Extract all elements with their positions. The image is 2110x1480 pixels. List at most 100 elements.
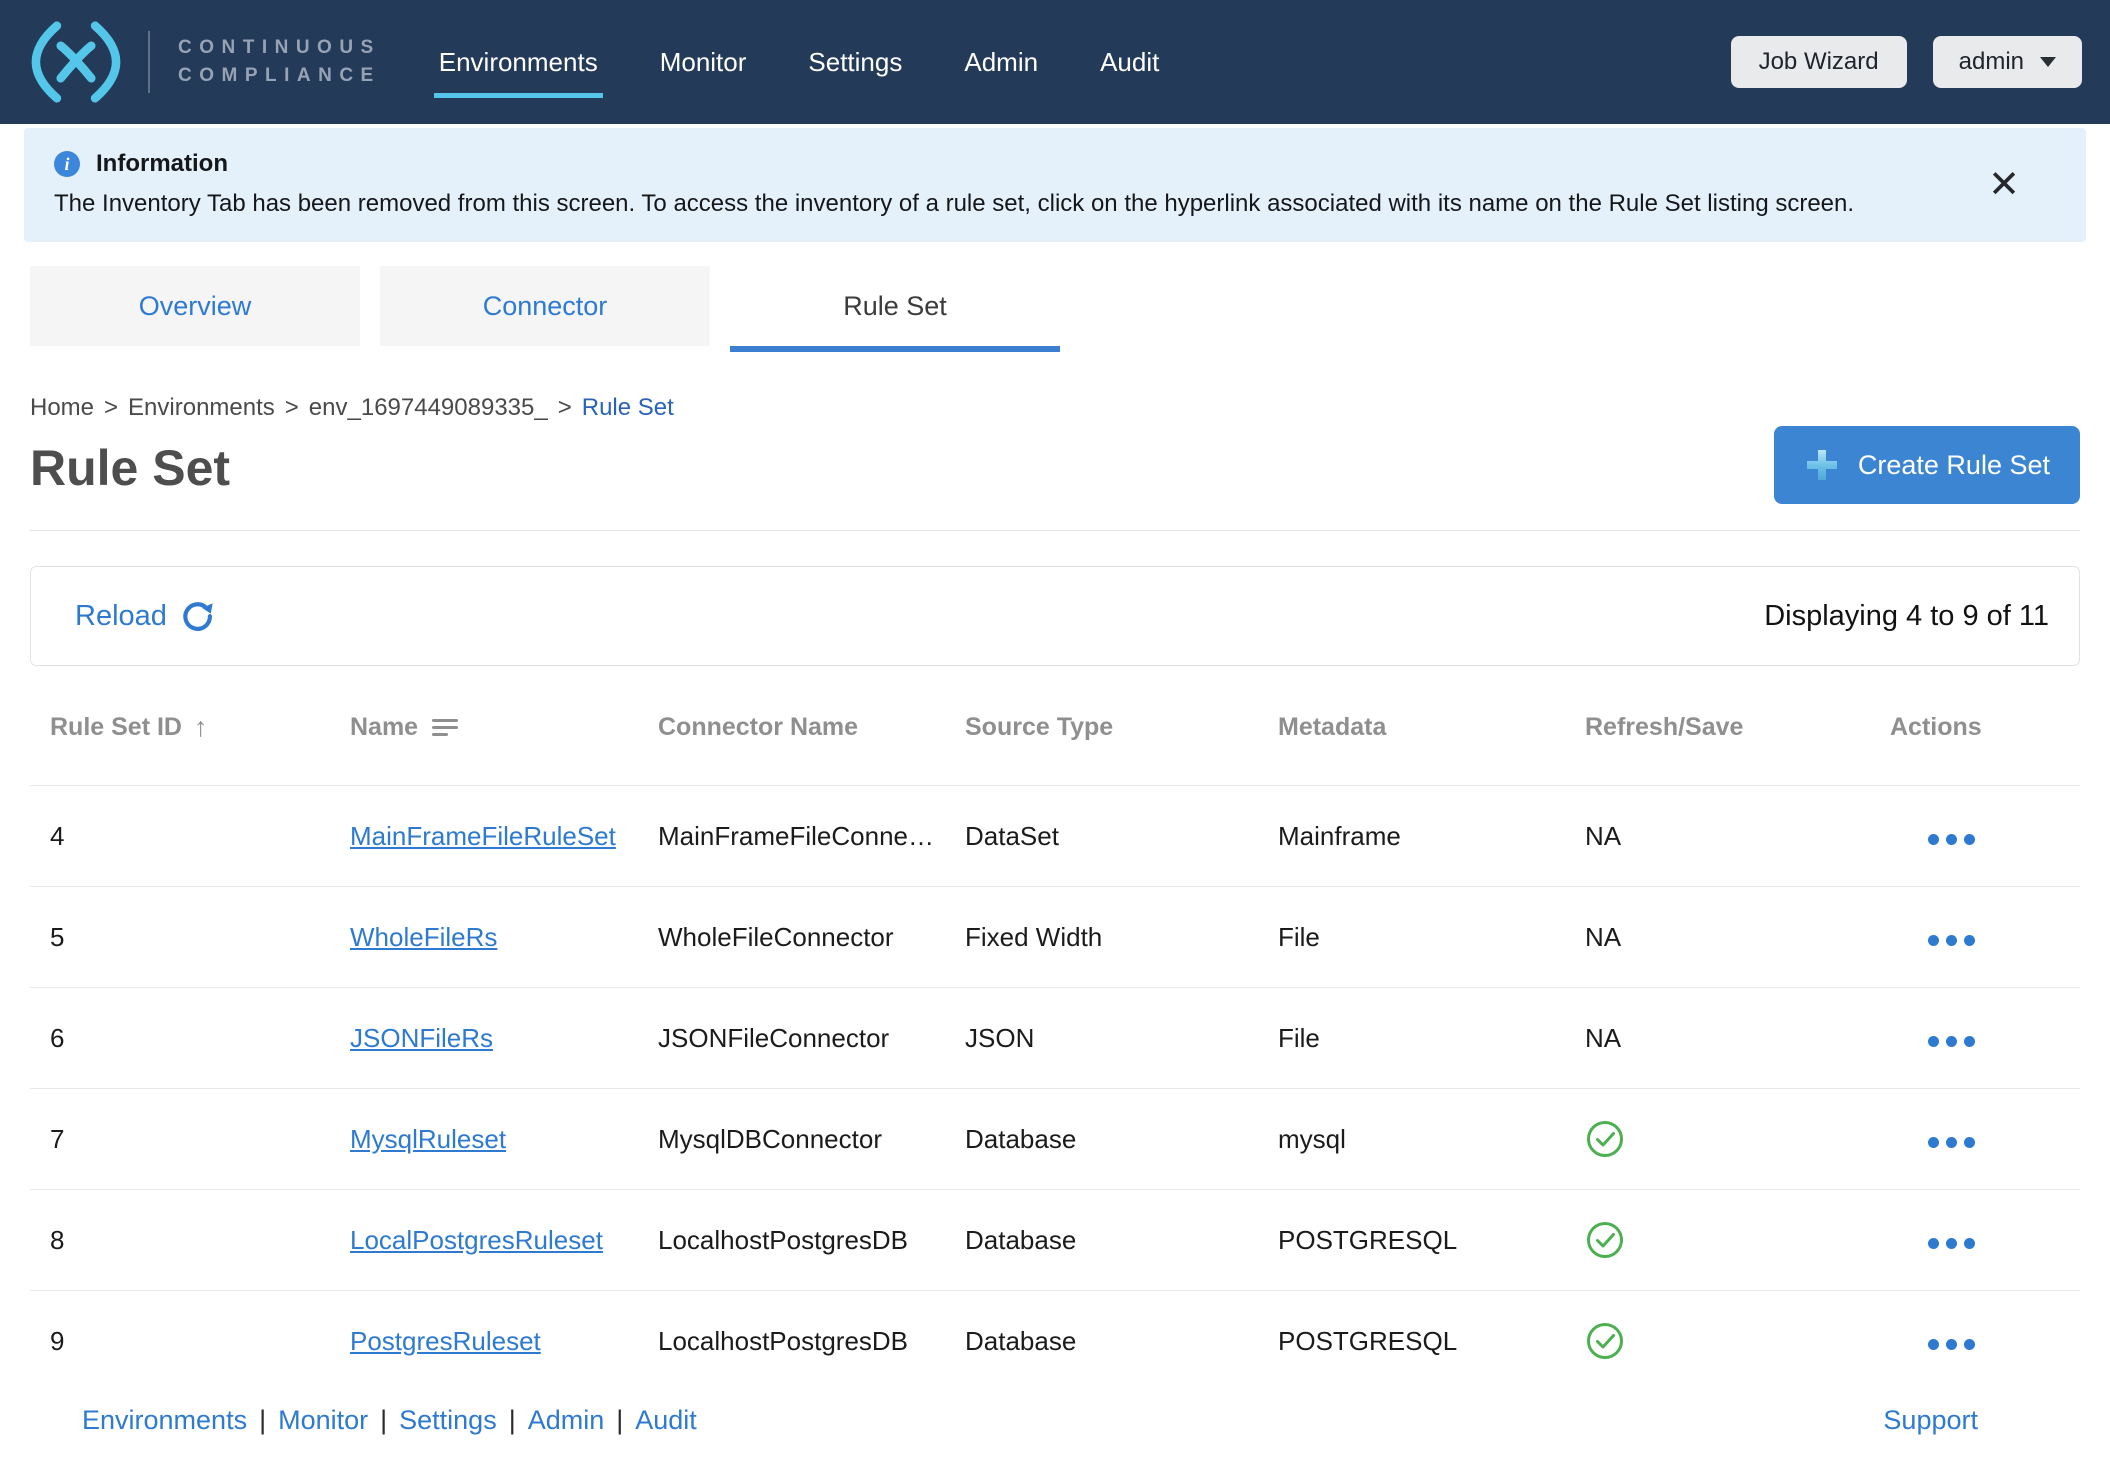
info-icon: i (54, 151, 80, 177)
column-label: Source Type (965, 713, 1113, 742)
nav-item-monitor[interactable]: Monitor (660, 47, 747, 78)
column-header-rule-set-id[interactable]: Rule Set ID↑ (30, 666, 330, 786)
footer-links: Environments|Monitor|Settings|Admin|Audi… (82, 1405, 697, 1436)
cell-connector-name: MainFrameFileConne… (638, 786, 945, 887)
nav-menu: Environments Monitor Settings Admin Audit (439, 47, 1160, 78)
row-actions-menu-button[interactable] (1928, 935, 1975, 946)
footer-link-separator: | (509, 1405, 516, 1436)
refresh-success-check-icon (1585, 1321, 1870, 1361)
brand-name: CONTINUOUS COMPLIANCE (178, 34, 381, 91)
rule-set-name-link[interactable]: MainFrameFileRuleSet (350, 821, 616, 851)
row-actions-menu-button[interactable] (1928, 1339, 1975, 1350)
row-actions-menu-button[interactable] (1928, 1137, 1975, 1148)
cell-actions (1870, 1190, 2080, 1291)
create-rule-set-button[interactable]: Create Rule Set (1774, 426, 2080, 504)
cell-source-type: JSON (945, 988, 1258, 1089)
cell-rule-set-id: 9 (30, 1291, 330, 1392)
rule-set-name-link[interactable]: MysqlRuleset (350, 1124, 506, 1154)
column-header-connector-name[interactable]: Connector Name (638, 666, 945, 786)
breadcrumb-item-home[interactable]: Home (30, 394, 94, 421)
refresh-success-check-icon (1585, 1119, 1870, 1159)
breadcrumb-item-environments[interactable]: Environments (128, 394, 275, 421)
column-header-refresh-save[interactable]: Refresh/Save (1565, 666, 1870, 786)
divider (30, 530, 2080, 531)
rule-set-name-link[interactable]: LocalPostgresRuleset (350, 1225, 603, 1255)
column-header-actions[interactable]: Actions (1870, 666, 2080, 786)
column-header-source-type[interactable]: Source Type (945, 666, 1258, 786)
footer-link-monitor[interactable]: Monitor (278, 1405, 368, 1436)
cell-actions (1870, 1291, 2080, 1392)
tab-overview[interactable]: Overview (30, 266, 360, 346)
nav-item-audit[interactable]: Audit (1100, 47, 1159, 78)
pagination-status: Displaying 4 to 9 of 11 (1764, 600, 2049, 633)
cell-connector-name: LocalhostPostgresDB (638, 1291, 945, 1392)
cell-metadata: File (1258, 988, 1565, 1089)
cell-name: MainFrameFileRuleSet (330, 786, 638, 887)
cell-metadata: File (1258, 887, 1565, 988)
footer-support-link[interactable]: Support (1883, 1405, 1978, 1436)
table-row: 7MysqlRulesetMysqlDBConnectorDatabasemys… (30, 1089, 2080, 1190)
nav-item-settings[interactable]: Settings (808, 47, 902, 78)
column-label: Actions (1890, 713, 1982, 742)
sort-ascending-icon[interactable]: ↑ (194, 712, 208, 743)
cell-rule-set-id: 6 (30, 988, 330, 1089)
tab-rule-set[interactable]: Rule Set (730, 266, 1060, 346)
cell-refresh-save (1565, 1190, 1870, 1291)
cell-connector-name: LocalhostPostgresDB (638, 1190, 945, 1291)
cell-refresh-save: NA (1565, 887, 1870, 988)
table-toolbar: Reload Displaying 4 to 9 of 11 (30, 566, 2080, 666)
reload-label: Reload (75, 600, 167, 633)
refresh-icon (181, 599, 215, 633)
cell-metadata: mysql (1258, 1089, 1565, 1190)
table-header-row: Rule Set ID↑Name Connector Name Source Typ… (30, 666, 2080, 786)
row-actions-menu-button[interactable] (1928, 1036, 1975, 1047)
footer-link-environments[interactable]: Environments (82, 1405, 247, 1436)
nav-item-admin[interactable]: Admin (964, 47, 1038, 78)
table-row: 6 JSONFileRs JSONFileConnectorJSONFileNA (30, 988, 2080, 1089)
footer-link-settings[interactable]: Settings (399, 1405, 497, 1436)
column-label: Connector Name (658, 713, 858, 742)
tab-connector[interactable]: Connector (380, 266, 710, 346)
footer-link-separator: | (259, 1405, 266, 1436)
footer-link-admin[interactable]: Admin (528, 1405, 605, 1436)
breadcrumb-separator: > (558, 394, 572, 421)
cell-rule-set-id: 5 (30, 887, 330, 988)
cell-rule-set-id: 4 (30, 786, 330, 887)
cell-name: MysqlRuleset (330, 1089, 638, 1190)
job-wizard-button[interactable]: Job Wizard (1731, 36, 1907, 88)
brand-logo-icon[interactable] (28, 20, 124, 104)
cell-connector-name: JSONFileConnector (638, 988, 945, 1089)
close-icon[interactable]: ✕ (1988, 166, 2020, 204)
title-row: Rule Set Create Rule Set (30, 426, 2080, 504)
footer-link-audit[interactable]: Audit (635, 1405, 697, 1436)
breadcrumb: Home>Environments>env_1697449089335_>Rul… (30, 394, 2080, 422)
user-menu-button[interactable]: admin (1933, 36, 2082, 88)
column-header-name[interactable]: Name (330, 666, 638, 786)
row-actions-menu-button[interactable] (1928, 1238, 1975, 1249)
footer: Environments|Monitor|Settings|Admin|Audi… (30, 1405, 2080, 1436)
cell-connector-name: WholeFileConnector (638, 887, 945, 988)
breadcrumb-separator: > (104, 394, 118, 421)
chevron-down-icon (2040, 57, 2056, 67)
breadcrumb-item-rule-set[interactable]: Rule Set (582, 394, 674, 421)
refresh-success-check-icon (1585, 1220, 1870, 1260)
nav-item-environments[interactable]: Environments (439, 47, 598, 78)
cell-refresh-save: NA (1565, 988, 1870, 1089)
cell-refresh-save (1565, 1089, 1870, 1190)
rule-set-name-link[interactable]: JSONFileRs (350, 1023, 493, 1053)
cell-actions (1870, 786, 2080, 887)
breadcrumb-item-env-1697449089335[interactable]: env_1697449089335_ (309, 394, 548, 421)
brand-line-1: CONTINUOUS (178, 34, 381, 63)
cell-actions (1870, 1089, 2080, 1190)
rule-set-name-link[interactable]: WholeFileRs (350, 922, 497, 952)
cell-actions (1870, 988, 2080, 1089)
rule-set-name-link[interactable]: PostgresRuleset (350, 1326, 541, 1356)
cell-refresh-save (1565, 1291, 1870, 1392)
reload-button[interactable]: Reload (75, 599, 215, 633)
footer-link-separator: | (380, 1405, 387, 1436)
row-actions-menu-button[interactable] (1928, 834, 1975, 845)
table-row: 4 MainFrameFileRuleSet MainFrameFileConne…… (30, 786, 2080, 887)
cell-source-type: Fixed Width (945, 887, 1258, 988)
sort-lines-icon[interactable] (432, 719, 458, 736)
column-header-metadata[interactable]: Metadata (1258, 666, 1565, 786)
